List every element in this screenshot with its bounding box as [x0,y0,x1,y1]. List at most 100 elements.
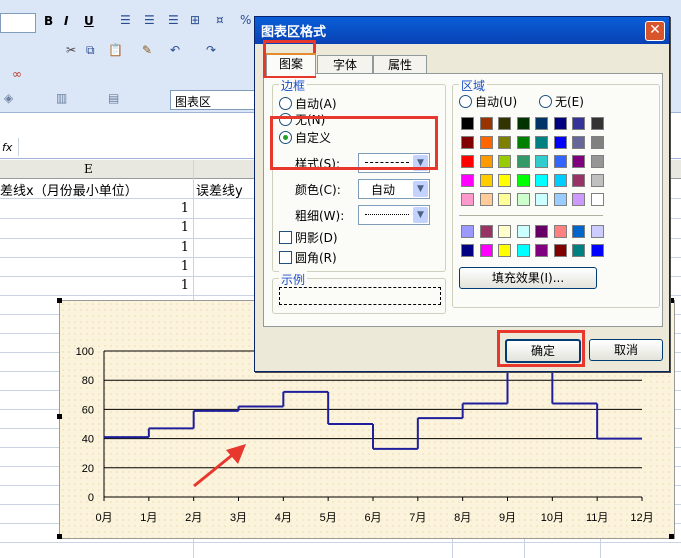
border-color-select[interactable]: 自动 ▼ [358,179,430,199]
tab-patterns[interactable]: 图案 [266,53,316,76]
border-auto-radio[interactable] [279,97,292,110]
border-weight-label: 粗细(W): [295,209,345,223]
color-swatch[interactable] [572,117,585,130]
color-swatch[interactable] [535,155,548,168]
sample-preview [279,287,441,305]
color-swatch[interactable] [535,117,548,130]
x-tick-label: 6月 [364,512,381,524]
chevron-down-icon: ▼ [413,207,428,223]
color-swatch[interactable] [553,155,567,168]
color-swatch[interactable] [498,174,511,187]
color-swatch[interactable] [498,136,511,149]
color-swatch[interactable] [479,136,493,149]
color-swatch[interactable] [479,117,493,130]
color-swatch[interactable] [572,155,585,168]
color-swatch[interactable] [590,174,604,187]
fill-effects-button[interactable]: 填充效果(I)... [459,267,597,289]
x-tick-label: 3月 [230,512,247,524]
tab-properties[interactable]: 属性 [373,55,427,74]
color-palette [453,85,659,285]
color-swatch[interactable] [535,193,548,206]
color-swatch[interactable] [590,117,604,130]
x-tick-label: 7月 [409,512,426,524]
color-swatch[interactable] [516,193,530,206]
border-group-title: 边框 [279,77,308,94]
color-swatch[interactable] [479,155,493,168]
cancel-button[interactable]: 取消 [589,339,663,361]
x-tick-label: 10月 [541,512,564,524]
color-swatch[interactable] [461,244,474,257]
color-swatch[interactable] [461,117,474,130]
shadow-checkbox[interactable] [279,231,292,244]
palette-separator [459,215,603,216]
color-swatch[interactable] [479,225,493,238]
color-swatch[interactable] [535,244,548,257]
tab-label: 图案 [278,57,303,71]
color-swatch[interactable] [590,244,604,257]
color-swatch[interactable] [461,155,474,168]
border-color-label: 颜色(C): [295,183,341,197]
color-swatch[interactable] [498,117,511,130]
color-swatch[interactable] [572,244,585,257]
y-tick-label: 100 [76,346,94,358]
color-swatch[interactable] [479,193,493,206]
x-tick-label: 9月 [499,512,516,524]
x-tick-label: 1月 [140,512,157,524]
color-swatch[interactable] [461,174,474,187]
color-swatch[interactable] [535,136,548,149]
border-color-value: 自动 [371,183,396,197]
color-swatch[interactable] [516,244,530,257]
format-chart-area-dialog: 图表区格式 ✕ 图案 字体 属性 边框 自动(A) 无(N) 自定义 样式(S)… [254,16,670,372]
color-swatch[interactable] [572,225,585,238]
color-swatch[interactable] [553,244,567,257]
color-swatch[interactable] [498,193,511,206]
color-swatch[interactable] [516,174,530,187]
x-tick-label: 11月 [586,512,608,524]
color-swatch[interactable] [498,155,511,168]
color-swatch[interactable] [498,244,511,257]
color-swatch[interactable] [590,136,604,149]
y-tick-label: 80 [82,375,94,387]
color-swatch[interactable] [535,225,548,238]
color-swatch[interactable] [572,136,585,149]
color-swatch[interactable] [479,174,493,187]
color-swatch[interactable] [590,193,604,206]
color-swatch[interactable] [516,155,530,168]
border-auto-label: 自动(A) [295,97,337,111]
color-swatch[interactable] [553,174,567,187]
x-tick-label: 4月 [275,512,292,524]
color-swatch[interactable] [553,117,567,130]
border-weight-select[interactable]: ▼ [358,205,430,225]
color-swatch[interactable] [516,117,530,130]
color-swatch[interactable] [553,136,567,149]
color-swatch[interactable] [535,174,548,187]
color-swatch[interactable] [461,136,474,149]
sample-group: 示例 [272,271,446,314]
color-swatch[interactable] [572,174,585,187]
rounded-checkbox[interactable] [279,251,292,264]
color-swatch[interactable] [516,136,530,149]
color-swatch[interactable] [590,155,604,168]
area-group: 区域 自动(U) 无(E) 填充效果(I)... [452,77,660,308]
color-swatch[interactable] [479,244,493,257]
color-swatch[interactable] [553,225,567,238]
dialog-titlebar[interactable]: 图表区格式 [255,17,669,44]
color-swatch[interactable] [553,193,567,206]
y-tick-label: 0 [88,492,94,504]
dotted-line-preview [365,214,409,215]
highlight-custom-border [270,116,438,170]
color-swatch[interactable] [461,193,474,206]
shadow-label: 阴影(D) [295,231,338,245]
chevron-down-icon: ▼ [413,181,428,197]
color-swatch[interactable] [572,193,585,206]
y-tick-label: 20 [82,463,94,475]
color-swatch[interactable] [516,225,530,238]
close-icon: ✕ [649,22,661,38]
color-swatch[interactable] [590,225,604,238]
close-button[interactable]: ✕ [645,21,665,41]
tab-font[interactable]: 字体 [317,55,373,74]
dialog-title: 图表区格式 [261,25,327,40]
color-swatch[interactable] [498,225,511,238]
color-swatch[interactable] [461,225,474,238]
fill-effects-label: 填充效果(I)... [491,271,565,285]
